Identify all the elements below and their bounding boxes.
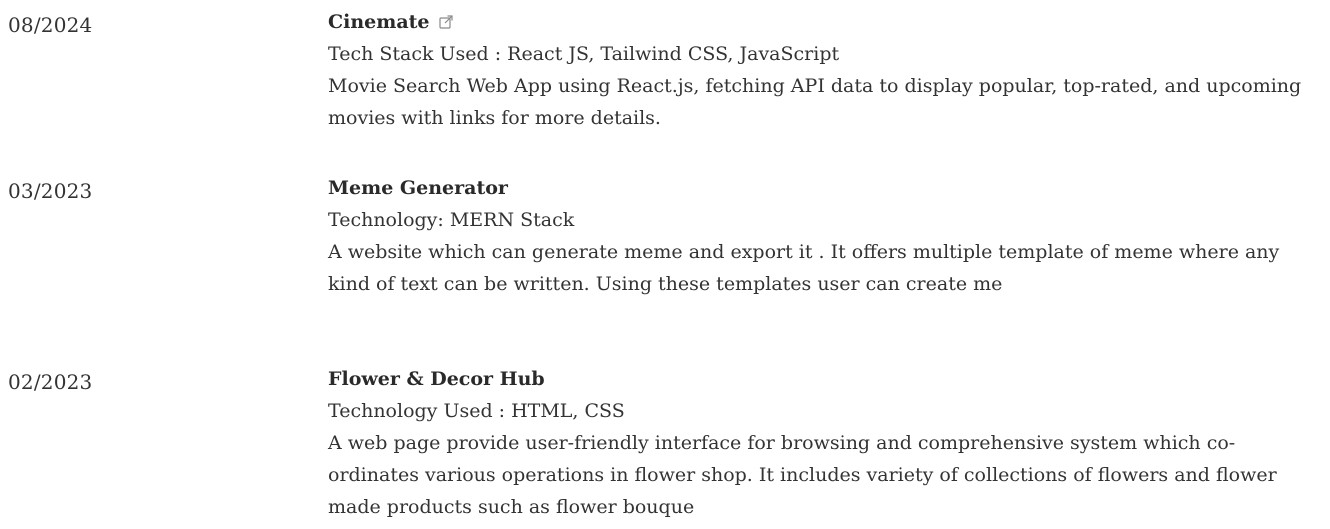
- projects-list: 08/2024 Cinemate Tech Stack Used : React…: [0, 0, 1330, 529]
- project-title: Flower & Decor Hub: [328, 368, 545, 390]
- project-title-row: Cinemate: [328, 6, 1328, 38]
- project-description: A website which can generate meme and ex…: [328, 241, 1280, 295]
- project-tech-stack: Tech Stack Used : React JS, Tailwind CSS…: [328, 43, 840, 65]
- project-description: A web page provide user-friendly interfa…: [328, 432, 1277, 518]
- project-content: Flower & Decor Hub Technology Used : HTM…: [328, 363, 1328, 523]
- project-description: Movie Search Web App using React.js, fet…: [328, 75, 1302, 129]
- project-date: 02/2023: [8, 370, 93, 394]
- project-content: Meme Generator Technology: MERN Stack A …: [328, 172, 1328, 300]
- project-tech-stack: Technology Used : HTML, CSS: [328, 400, 625, 422]
- project-date: 03/2023: [8, 179, 93, 203]
- project-title-link[interactable]: Cinemate: [328, 7, 430, 37]
- project-title-row: Meme Generator: [328, 172, 1328, 204]
- project-tech-stack: Technology: MERN Stack: [328, 209, 575, 231]
- project-title-row: Flower & Decor Hub: [328, 363, 1328, 395]
- project-content: Cinemate Tech Stack Used : React JS, Tai…: [328, 6, 1328, 134]
- project-title: Meme Generator: [328, 177, 508, 199]
- external-link-icon[interactable]: [438, 15, 453, 29]
- project-date: 08/2024: [8, 13, 93, 37]
